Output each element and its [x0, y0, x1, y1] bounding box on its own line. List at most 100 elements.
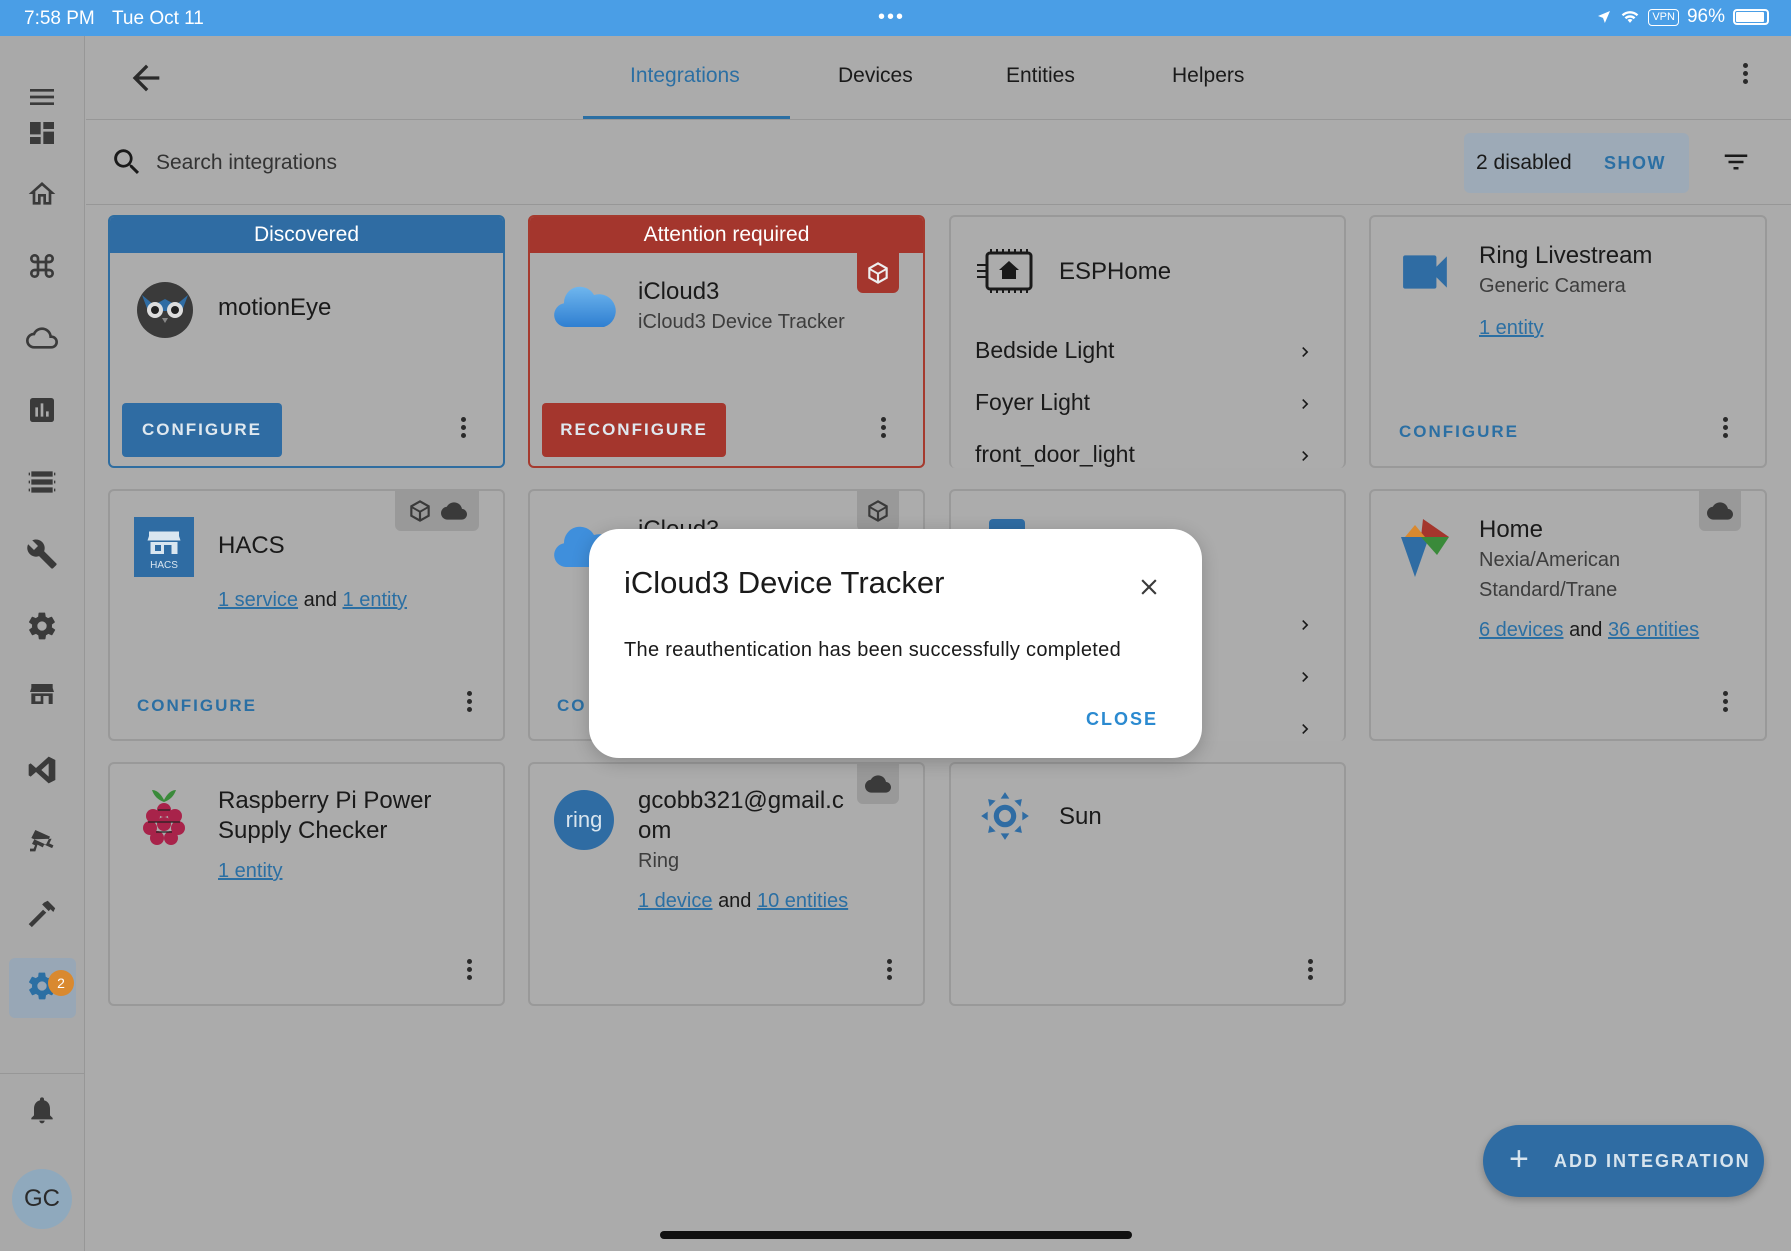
card-title-line1: gcobb321@gmail.c [638, 787, 844, 814]
chevron-right-icon[interactable] [1295, 446, 1315, 466]
card-title: motionEye [218, 294, 332, 321]
card-title: iCloud3 [638, 278, 720, 305]
integration-card-nexia-home: Home Nexia/American Standard/Trane 6 dev… [1369, 489, 1767, 741]
chevron-right-icon[interactable] [1295, 615, 1315, 635]
search-input[interactable] [156, 147, 756, 179]
device-row-front-door-light[interactable]: front_door_light [975, 441, 1135, 468]
package-icon [868, 262, 888, 284]
cloud-chip [857, 764, 899, 804]
battery-percent: 96% [1686, 6, 1725, 27]
multitask-dots[interactable]: ••• [878, 6, 905, 29]
disabled-filter-chip: 2 disabled SHOW [1464, 133, 1689, 193]
entity-link[interactable]: 1 entity [343, 589, 407, 611]
sidebar: 2 GC [0, 36, 85, 1251]
reauth-success-dialog: iCloud3 Device Tracker The reauthenticat… [589, 529, 1202, 758]
back-arrow-icon[interactable] [126, 58, 166, 98]
home-icon[interactable] [22, 174, 62, 214]
add-integration-button[interactable]: + ADD INTEGRATION [1483, 1125, 1764, 1197]
configure-button[interactable]: CONFIGURE [1399, 422, 1519, 442]
integration-card-motioneye: Discovered motionEye CONFIGURE [108, 215, 505, 468]
tab-helpers[interactable]: Helpers [1172, 64, 1244, 88]
card-title: HACS [218, 532, 285, 559]
card-menu-icon[interactable] [883, 956, 895, 986]
cloud-icon [1707, 502, 1733, 520]
tab-devices[interactable]: Devices [838, 64, 913, 88]
status-date: Tue Oct 11 [112, 8, 204, 29]
location-icon [1598, 11, 1611, 23]
overflow-menu-icon[interactable] [1739, 60, 1751, 90]
card-menu-icon[interactable] [463, 688, 475, 718]
logbook-icon[interactable] [22, 462, 62, 502]
card-title: ESPHome [1059, 258, 1172, 285]
hacs-status-chip [395, 491, 479, 531]
add-integration-label: ADD INTEGRATION [1554, 1151, 1751, 1171]
video-camera-icon [1403, 255, 1447, 289]
chevron-right-icon[interactable] [1295, 394, 1315, 414]
battery-icon [1733, 9, 1769, 25]
hacs-logo-text: HACS [150, 560, 178, 571]
card-header-attention: Attention required [530, 217, 923, 253]
developer-gear-icon[interactable] [22, 606, 62, 646]
entities-link[interactable]: 36 entities [1608, 619, 1699, 641]
wrench-icon[interactable] [22, 534, 62, 574]
card-title-line1: Raspberry Pi Power [218, 787, 432, 814]
show-disabled-button[interactable]: SHOW [1604, 153, 1666, 174]
entity-link[interactable]: 1 entity [218, 860, 282, 882]
tab-entities[interactable]: Entities [1006, 64, 1075, 88]
card-menu-icon[interactable] [1719, 688, 1731, 718]
dashboard-icon[interactable] [22, 122, 62, 144]
card-menu-icon[interactable] [877, 414, 889, 444]
card-menu-icon[interactable] [457, 414, 469, 444]
tab-integrations[interactable]: Integrations [630, 64, 740, 88]
bell-icon[interactable] [22, 1090, 62, 1130]
store-icon [147, 531, 181, 554]
filter-icon[interactable] [1721, 147, 1751, 177]
chevron-right-icon[interactable] [1295, 719, 1315, 739]
entities-link[interactable]: 10 entities [757, 890, 848, 912]
wifi-icon [1622, 11, 1639, 23]
cloud-icon [865, 775, 891, 793]
card-title: Ring Livestream [1479, 242, 1653, 269]
device-link[interactable]: 1 device [638, 890, 713, 912]
reconfigure-button[interactable]: RECONFIGURE [542, 403, 726, 457]
user-avatar[interactable]: GC [12, 1169, 72, 1229]
chevron-right-icon[interactable] [1295, 667, 1315, 687]
command-icon[interactable] [22, 246, 62, 286]
card-title-line2: Supply Checker [218, 817, 388, 844]
integration-card-ring: ring gcobb321@gmail.c om Ring 1 device a… [528, 762, 925, 1006]
top-toolbar: Integrations Devices Entities Helpers [86, 36, 1791, 120]
configure-button[interactable]: CONFIGURE [137, 696, 257, 716]
menu-icon[interactable] [22, 77, 62, 117]
device-row-foyer-light[interactable]: Foyer Light [975, 389, 1090, 416]
configure-button-partial[interactable]: CO [557, 696, 587, 716]
home-indicator[interactable] [660, 1231, 1132, 1239]
hacs-icon[interactable] [22, 676, 62, 716]
and-text: and [303, 589, 337, 611]
card-subtitle: Generic Camera [1479, 275, 1626, 297]
plus-icon: + [1509, 1140, 1529, 1178]
devices-link[interactable]: 6 devices [1479, 619, 1564, 641]
card-menu-icon[interactable] [1719, 414, 1731, 444]
disabled-count: 2 disabled [1476, 151, 1572, 174]
and-text: and [718, 890, 752, 912]
device-row-bedside-light[interactable]: Bedside Light [975, 337, 1114, 364]
card-title: Sun [1059, 803, 1102, 830]
card-subtitle-line2: Standard/Trane [1479, 579, 1618, 601]
search-row: 2 disabled SHOW [86, 121, 1791, 205]
chevron-right-icon[interactable] [1295, 342, 1315, 362]
vscode-icon[interactable] [22, 750, 62, 790]
entity-link[interactable]: 1 entity [1479, 317, 1543, 339]
hammer-icon[interactable] [22, 894, 62, 934]
energy-chart-icon[interactable] [22, 390, 62, 430]
configure-button[interactable]: CONFIGURE [122, 403, 282, 457]
hacs-logo: HACS [134, 517, 194, 577]
icloud-icon [554, 286, 616, 327]
cctv-icon[interactable] [22, 822, 62, 862]
cloud-icon[interactable] [22, 318, 62, 358]
card-menu-icon[interactable] [1304, 956, 1316, 986]
close-icon[interactable] [1136, 574, 1162, 600]
integration-card-icloud3: Attention required iCloud3 iCloud3 Devic… [528, 215, 925, 468]
service-link[interactable]: 1 service [218, 589, 298, 611]
card-menu-icon[interactable] [463, 956, 475, 986]
dialog-close-button[interactable]: CLOSE [1086, 709, 1158, 730]
